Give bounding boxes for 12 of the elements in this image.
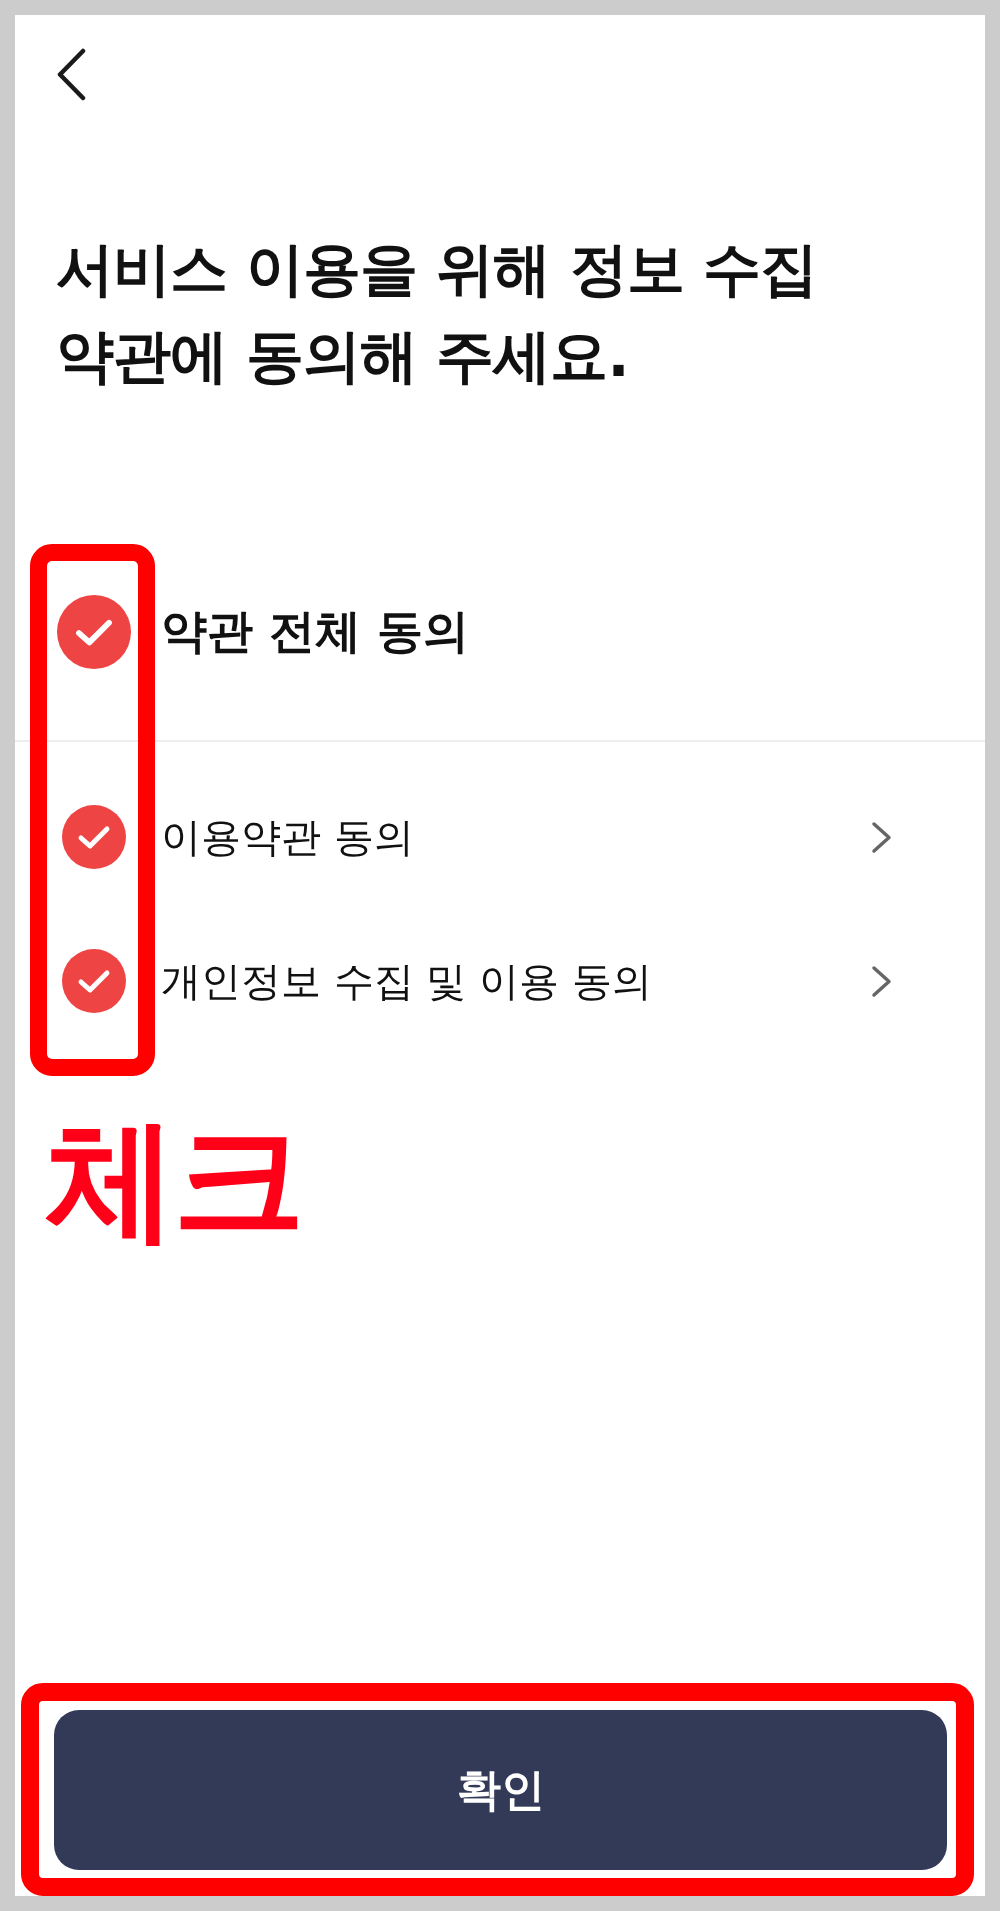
confirm-button[interactable]: 확인 bbox=[54, 1710, 947, 1870]
annotation-text: 체크 bbox=[45, 1113, 301, 1245]
chevron-right-icon[interactable] bbox=[871, 820, 892, 854]
chevron-right-icon[interactable] bbox=[871, 964, 892, 998]
back-icon[interactable] bbox=[56, 48, 86, 101]
checkbox-icon[interactable] bbox=[57, 595, 131, 669]
checkbox-icon[interactable] bbox=[62, 805, 126, 869]
agree-all-label: 약관 전체 동의 bbox=[161, 603, 470, 660]
checkbox-icon[interactable] bbox=[62, 949, 126, 1013]
agreement-label: 이용약관 동의 bbox=[161, 812, 415, 862]
agreement-label: 개인정보 수집 및 이용 동의 bbox=[161, 956, 653, 1006]
page-title: 서비스 이용을 위해 정보 수집 약관에 동의해 주세요. bbox=[56, 234, 818, 392]
